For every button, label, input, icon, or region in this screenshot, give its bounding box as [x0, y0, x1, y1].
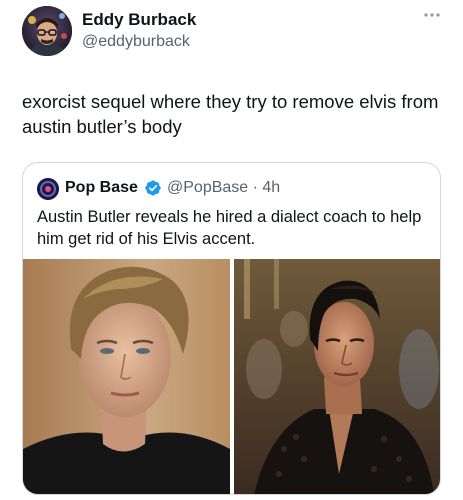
quoted-name[interactable]: Pop Base	[65, 179, 138, 197]
more-dots-icon[interactable]	[422, 8, 442, 22]
tweet-text: exorcist sequel where they try to remove…	[22, 91, 439, 137]
quoted-tweet-card[interactable]: Pop Base @PopBase · 4h Austin Butler rev…	[22, 162, 441, 495]
verified-badge-icon	[144, 179, 162, 197]
quoted-time[interactable]: 4h	[262, 179, 280, 196]
quoted-photo-right[interactable]	[234, 259, 440, 494]
tweet: Eddy Burback @eddyburback exorcist seque…	[0, 0, 463, 500]
author-handle[interactable]: @eddyburback	[82, 33, 190, 51]
quoted-handle[interactable]: @PopBase	[167, 179, 248, 196]
quoted-avatar[interactable]	[37, 178, 59, 200]
author-avatar[interactable]	[22, 6, 72, 56]
quoted-photo-left[interactable]	[23, 259, 230, 494]
separator-dot: ·	[248, 179, 263, 196]
quoted-text: Austin Butler reveals he hired a dialect…	[37, 208, 422, 248]
author-name[interactable]: Eddy Burback	[82, 10, 196, 30]
quoted-handle-time[interactable]: @PopBase · 4h	[167, 179, 280, 197]
